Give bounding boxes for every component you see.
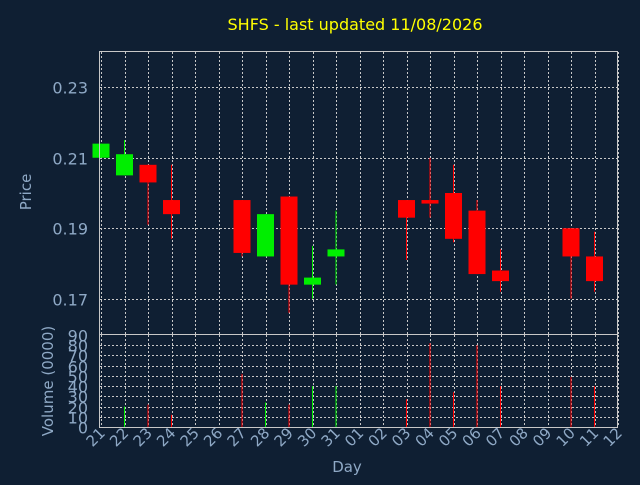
volume-plot-frame (99, 334, 618, 428)
candle-body (280, 196, 298, 285)
volume-axis-label: Volume (0000) (39, 326, 57, 436)
day-tick-label: 03 (388, 424, 414, 450)
day-tick-label: 26 (200, 424, 226, 450)
candle-body (116, 154, 133, 176)
candle-body (468, 210, 486, 275)
candle-body (233, 200, 251, 253)
candle-body (257, 214, 274, 257)
day-tick-labels: 2122232425262728293031010203040506070809… (83, 424, 626, 450)
day-tick-label: 12 (600, 424, 626, 450)
day-axis-label: Day (332, 458, 362, 476)
chart-title: SHFS - last updated 11/08/2026 (228, 15, 483, 34)
price-tick-label: 0.17 (52, 291, 88, 310)
day-tick-label: 11 (576, 424, 602, 450)
chart-canvas: SHFS - last updated 11/08/2026 Price Vol… (17, 15, 626, 476)
day-tick-label: 06 (459, 424, 485, 450)
day-tick-label: 01 (341, 424, 367, 450)
day-tick-label: 27 (224, 424, 250, 450)
volume-tick-label: 90 (68, 327, 88, 346)
price-tick-label: 0.19 (52, 220, 88, 239)
day-tick-label: 24 (153, 424, 179, 450)
price-plot-frame (99, 51, 618, 335)
price-axis-label: Price (17, 174, 35, 211)
day-tick-label: 10 (553, 424, 579, 450)
candle-body (327, 249, 345, 257)
price-candles (92, 140, 603, 313)
candle-body (445, 193, 462, 239)
stock-chart: SHFS - last updated 11/08/2026 Price Vol… (0, 0, 640, 480)
price-tick-label: 0.23 (52, 79, 88, 98)
candle-body (92, 143, 110, 158)
candle-body (304, 277, 321, 285)
day-tick-label: 30 (294, 424, 320, 450)
day-tick-label: 07 (482, 424, 508, 450)
day-tick-label: 09 (529, 424, 555, 450)
day-tick-label: 02 (365, 424, 391, 450)
price-tick-label: 0.21 (52, 150, 88, 169)
candle-body (139, 164, 157, 183)
price-grid: 0.17 0.19 0.21 0.23 (52, 52, 619, 334)
candle-body (163, 200, 180, 215)
day-tick-label: 23 (130, 424, 156, 450)
candle-body (586, 256, 603, 282)
volume-grid: 0102030405060708090 (68, 327, 619, 438)
candle-body (398, 200, 415, 218)
day-tick-label: 22 (106, 424, 132, 450)
candle-body (421, 200, 439, 204)
candle-body (492, 270, 509, 282)
day-tick-label: 28 (247, 424, 273, 450)
day-tick-label: 05 (435, 424, 461, 450)
day-tick-label: 31 (318, 424, 344, 450)
candle-body (562, 228, 580, 257)
day-tick-label: 08 (506, 424, 532, 450)
day-tick-label: 29 (271, 424, 297, 450)
day-tick-label: 25 (177, 424, 203, 450)
day-tick-label: 04 (412, 424, 438, 450)
